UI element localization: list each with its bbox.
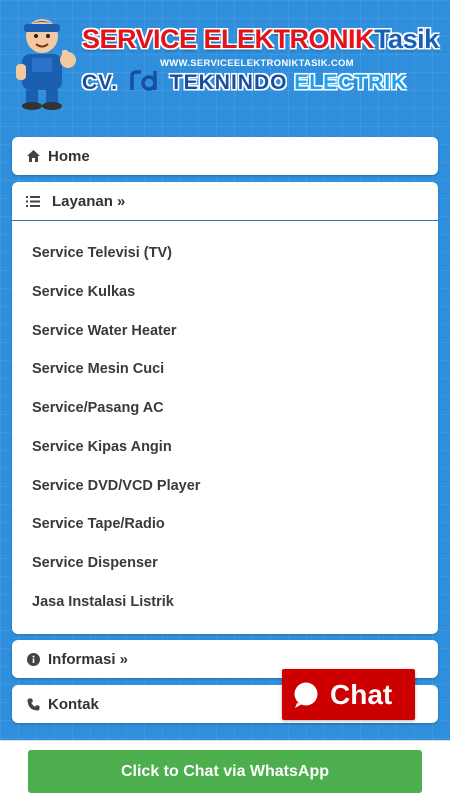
- submenu-item[interactable]: Service Televisi (TV): [32, 245, 172, 261]
- brand-cv: CV.: [82, 71, 119, 94]
- brand-title: SERVICE ELEKTRONIKTasik: [82, 24, 439, 55]
- chat-label: Chat: [330, 678, 393, 710]
- submenu-item[interactable]: Service Mesin Cuci: [32, 361, 164, 377]
- menu-item-home[interactable]: Home: [12, 137, 438, 175]
- submenu-item[interactable]: Service Tape/Radio: [32, 516, 165, 532]
- live-chat-button[interactable]: Chat: [282, 669, 415, 720]
- submenu-item[interactable]: Service Water Heater: [32, 323, 177, 339]
- menu-item-label: Informasi »: [48, 650, 129, 668]
- submenu-item[interactable]: Service Kipas Angin: [32, 439, 172, 455]
- menu-item-label: Home: [48, 147, 90, 165]
- brand-electrik: ELECTRIK: [294, 71, 408, 94]
- submenu-item[interactable]: Service DVD/VCD Player: [32, 478, 200, 494]
- submenu-item[interactable]: Service Kulkas: [32, 284, 135, 300]
- submenu-item[interactable]: Jasa Instalasi Listrik: [32, 594, 174, 610]
- layanan-submenu: Service Televisi (TV) Service Kulkas Ser…: [12, 221, 438, 634]
- menu-item-label: Kontak: [48, 695, 99, 713]
- brand-title-tasik: Tasik: [374, 24, 439, 54]
- site-header[interactable]: SERVICE ELEKTRONIKTasik WWW.SERVICEELEKT…: [0, 0, 450, 130]
- info-icon: [26, 652, 40, 666]
- brand-teknindo: TEKNINDO: [169, 71, 288, 94]
- brand-company: CV. TEKNINDO ELECTRIK: [82, 70, 407, 95]
- whatsapp-chat-button[interactable]: Click to Chat via WhatsApp: [28, 750, 422, 793]
- technician-mascot-logo: [16, 19, 76, 110]
- home-icon: [26, 149, 40, 163]
- submenu-item[interactable]: Service/Pasang AC: [32, 400, 164, 416]
- menu-item-label: Layanan »: [52, 192, 126, 210]
- menu-item-layanan[interactable]: Layanan »: [12, 182, 438, 220]
- brand-title-main: SERVICE ELEKTRONIK: [82, 24, 375, 54]
- submenu-item[interactable]: Service Dispenser: [32, 555, 158, 571]
- list-icon: [26, 194, 40, 208]
- chat-bubble-icon: [294, 682, 318, 708]
- whatsapp-bar: Click to Chat via WhatsApp: [0, 740, 450, 801]
- brand-url: WWW.SERVICEELEKTRONIKTASIK.COM: [160, 58, 354, 69]
- company-logo-mark: [130, 70, 157, 91]
- phone-icon: [26, 697, 40, 711]
